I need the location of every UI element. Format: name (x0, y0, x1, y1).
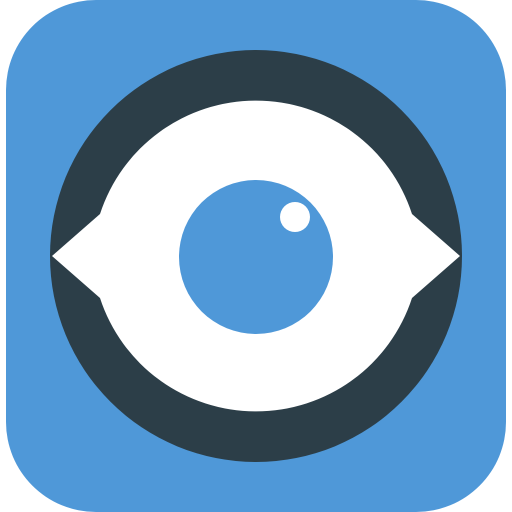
eye-icon[interactable] (0, 0, 512, 512)
eye-iris (179, 180, 333, 334)
eye-highlight (280, 202, 310, 232)
app-icon-canvas (0, 0, 512, 512)
